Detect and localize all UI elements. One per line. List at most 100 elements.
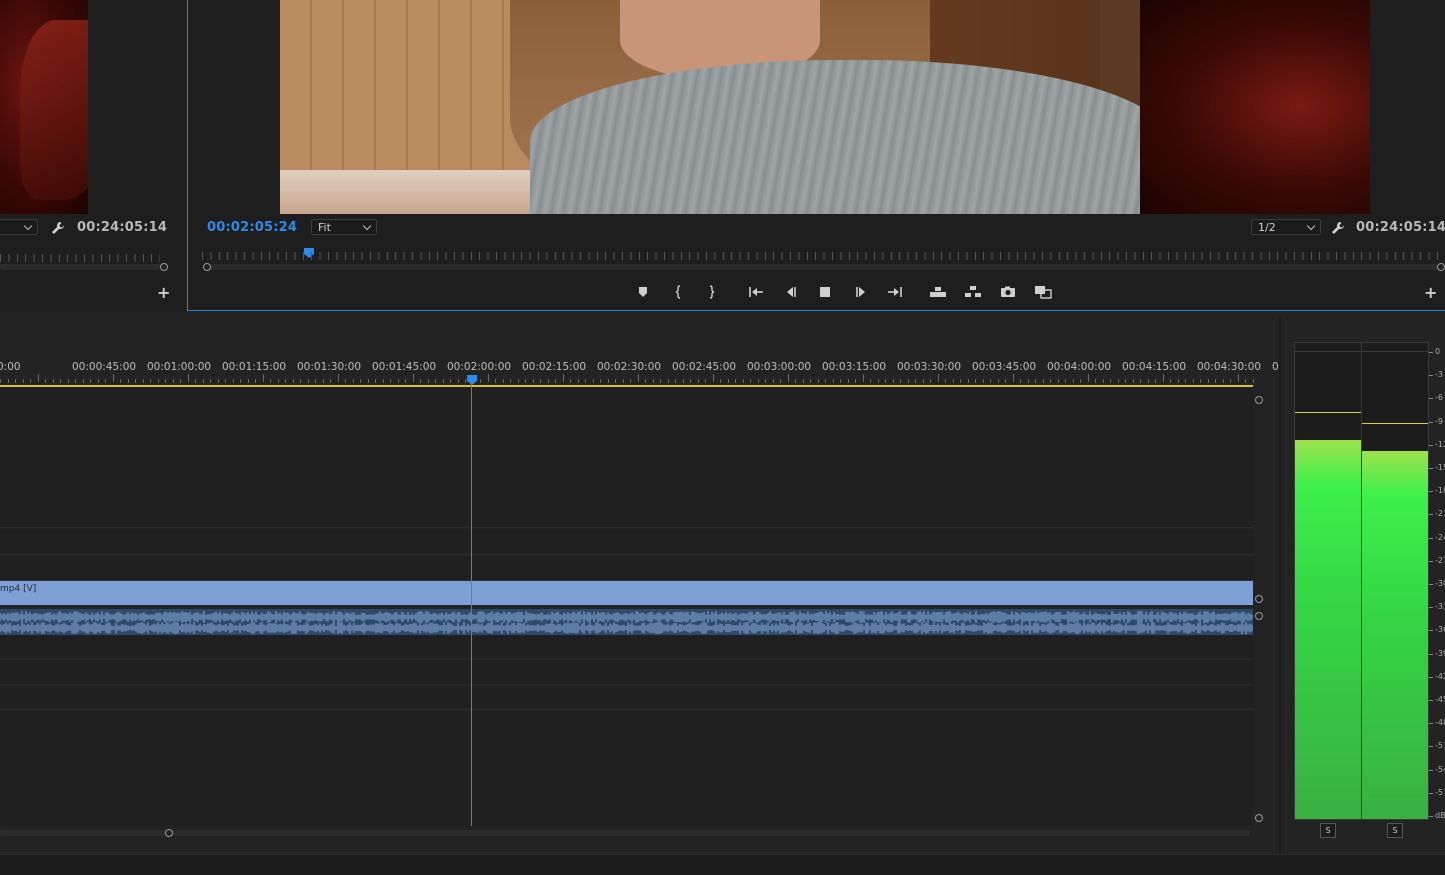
- wrench-icon[interactable]: [51, 220, 65, 234]
- audio-track-empty-2[interactable]: [0, 660, 1253, 685]
- ruler-tick: [457, 379, 459, 383]
- ruler-tick: [442, 379, 444, 383]
- audio-clip[interactable]: [0, 609, 1253, 635]
- ruler-tick: [757, 379, 759, 383]
- db-label: -45: [1435, 695, 1445, 704]
- lift-icon[interactable]: [928, 284, 948, 300]
- ruler-tick: [1245, 379, 1246, 383]
- audio-scroll-bottom-handle[interactable]: [1255, 814, 1263, 822]
- db-tick: [1429, 792, 1433, 794]
- video-scroll-top-handle[interactable]: [1255, 396, 1263, 404]
- source-zoom-dropdown[interactable]: [0, 219, 38, 235]
- db-tick: [1429, 653, 1433, 655]
- video-clip[interactable]: mp4 [V]: [0, 581, 1253, 605]
- timeline-zoom-handle[interactable]: [165, 829, 173, 837]
- extract-icon[interactable]: [963, 284, 983, 300]
- ruler-tick: [630, 379, 631, 383]
- ruler-label: 00:04:15:00: [1122, 361, 1187, 373]
- ruler-tick: [60, 379, 61, 383]
- stop-icon[interactable]: [815, 284, 835, 300]
- ruler-label: 00:00:45:00: [72, 361, 137, 373]
- mark-out-icon[interactable]: [701, 284, 721, 300]
- db-tick: [1429, 723, 1433, 725]
- program-current-timecode[interactable]: 00:02:05:24: [207, 220, 297, 235]
- ruler-tick: [637, 374, 639, 382]
- db-label: -51: [1435, 741, 1445, 751]
- ruler-tick: [157, 379, 159, 383]
- program-add-button[interactable]: +: [1424, 285, 1437, 301]
- ruler-tick: [1207, 379, 1209, 383]
- ruler-tick: [450, 379, 451, 383]
- ruler-tick: [1200, 379, 1201, 383]
- mark-in-icon[interactable]: [669, 284, 689, 300]
- ruler-tick: [1005, 379, 1006, 383]
- source-add-button[interactable]: +: [157, 285, 170, 301]
- ruler-tick: [247, 379, 249, 383]
- step-forward-icon[interactable]: [851, 284, 871, 300]
- ruler-tick: [405, 379, 406, 383]
- ruler-tick: [727, 379, 729, 383]
- ruler-tick: [810, 379, 811, 383]
- ruler-tick: [1215, 379, 1216, 383]
- program-zoom-dropdown[interactable]: Fit: [311, 219, 377, 235]
- ruler-tick: [30, 379, 31, 383]
- compare-icon[interactable]: [1033, 284, 1053, 300]
- db-tick: [1429, 468, 1433, 469]
- timeline-playhead-line[interactable]: [471, 383, 472, 826]
- wrench-icon[interactable]: [1331, 220, 1345, 234]
- source-scroll-handle[interactable]: [160, 263, 168, 271]
- solo-right-button[interactable]: S: [1387, 823, 1403, 838]
- right-peak-indicator: [1362, 423, 1428, 424]
- ruler-tick: [1170, 379, 1171, 383]
- ruler-tick: [592, 379, 594, 383]
- ruler-tick: [1155, 379, 1156, 383]
- ruler-tick: [960, 379, 961, 383]
- timeline-ruler[interactable]: 0:00 00:00:45:00 00:01:00:00 00:01:15:00 00:…: [0, 317, 1285, 387]
- audio-track-empty-3[interactable]: [0, 685, 1253, 710]
- ruler-tick: [1147, 379, 1149, 383]
- program-scrollbar[interactable]: [206, 264, 1440, 270]
- ruler-label: 00:03:15:00: [822, 361, 887, 373]
- audio-track-empty-1[interactable]: [0, 635, 1253, 660]
- ruler-tick: [847, 379, 849, 383]
- db-tick: [1429, 607, 1433, 609]
- resolution-dropdown[interactable]: 1/2: [1251, 219, 1321, 235]
- ruler-tick: [120, 379, 121, 383]
- ruler-tick: [532, 379, 534, 383]
- db-label: -21: [1435, 509, 1445, 519]
- camera-icon[interactable]: [998, 284, 1018, 300]
- timeline-horizontal-scrollbar[interactable]: [0, 830, 1250, 836]
- ruler-tick: [37, 374, 39, 382]
- ruler-tick: [952, 379, 954, 383]
- video-track-empty-1[interactable]: [0, 387, 1253, 528]
- video-track-empty-3[interactable]: [0, 555, 1253, 581]
- ruler-tick: [795, 379, 796, 383]
- ruler-tick: [165, 379, 166, 383]
- ruler-tick: [517, 379, 519, 383]
- marker-icon[interactable]: [633, 284, 653, 300]
- bed: [280, 170, 540, 214]
- program-monitor-panel: 00:02:05:24 Fit 1/2 00:24:05:14 +: [187, 0, 1445, 311]
- audio-scroll-top-handle[interactable]: [1255, 612, 1263, 620]
- go-to-out-icon[interactable]: [885, 284, 905, 300]
- program-scroll-handle-right[interactable]: [1437, 263, 1445, 271]
- db-label: -24: [1435, 532, 1445, 542]
- video-track-empty-2[interactable]: [0, 529, 1253, 555]
- video-scroll-bottom-handle[interactable]: [1255, 595, 1263, 603]
- step-back-icon[interactable]: [781, 284, 801, 300]
- ruler-tick: [1065, 379, 1066, 383]
- go-to-in-icon[interactable]: [746, 284, 766, 300]
- program-scroll-handle-left[interactable]: [203, 263, 211, 271]
- ruler-tick: [825, 379, 826, 383]
- db-label: -39: [1435, 648, 1445, 658]
- ruler-tick: [367, 379, 369, 383]
- ruler-tick: [600, 379, 601, 383]
- ruler-tick: [892, 379, 894, 383]
- ruler-tick: [997, 379, 999, 383]
- ruler-tick: [690, 379, 691, 383]
- ruler-tick: [1185, 379, 1186, 383]
- audio-track-empty-4[interactable]: [0, 710, 1253, 826]
- ruler-tick: [337, 374, 339, 382]
- solo-left-button[interactable]: S: [1320, 823, 1336, 838]
- source-scrollbar[interactable]: [0, 264, 160, 270]
